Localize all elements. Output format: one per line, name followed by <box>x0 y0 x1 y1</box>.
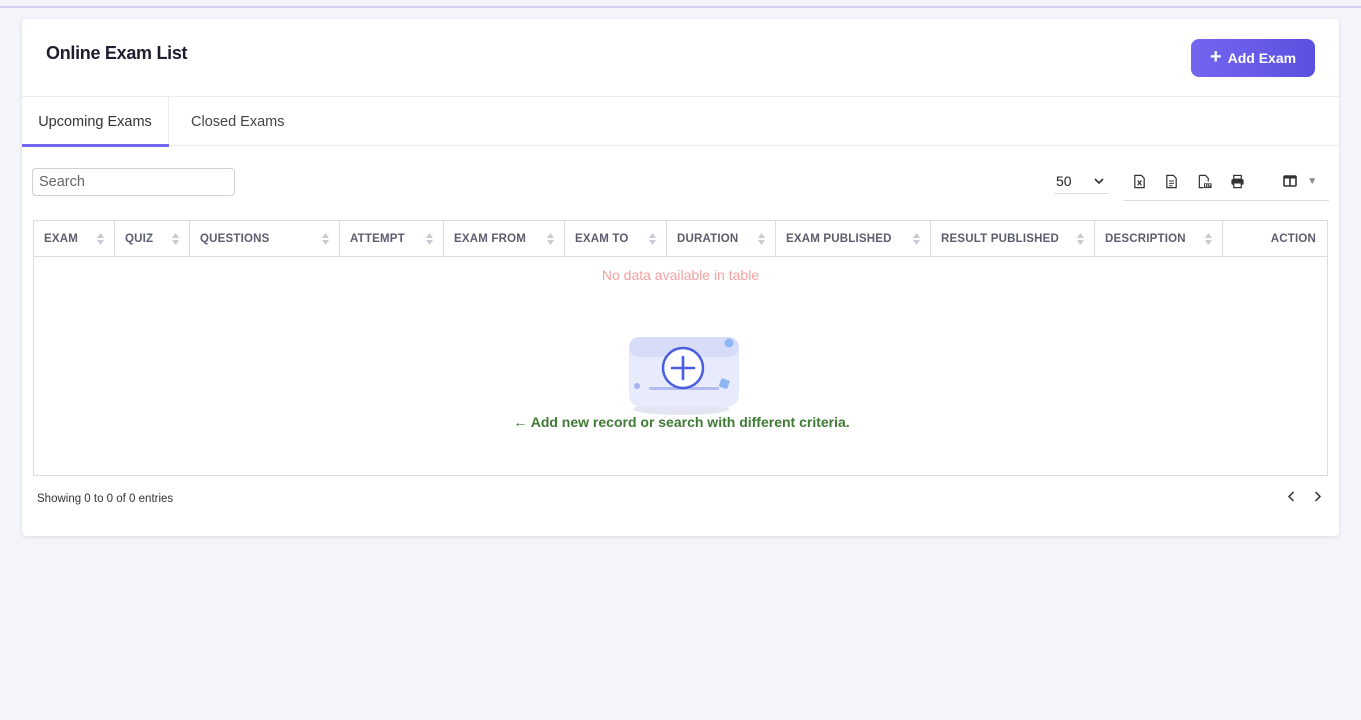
columns-icon <box>1283 175 1298 187</box>
column-visibility-button[interactable]: ▼ <box>1271 168 1329 194</box>
exam-tabs: Upcoming Exams Closed Exams <box>22 97 1339 147</box>
export-excel-button[interactable] <box>1123 168 1156 194</box>
sort-icon <box>172 232 179 245</box>
table-info: Showing 0 to 0 of 0 entries <box>37 493 174 505</box>
sort-icon <box>1205 232 1212 245</box>
excel-icon <box>1134 174 1145 188</box>
plus-icon: + <box>1209 46 1222 68</box>
column-header-exam-from[interactable]: EXAM FROM <box>444 221 565 256</box>
sort-icon <box>97 232 104 245</box>
column-header-exam-to[interactable]: EXAM TO <box>565 221 667 256</box>
next-page-button[interactable] <box>1310 487 1324 505</box>
sort-icon <box>913 232 920 245</box>
chevron-left-icon <box>1287 490 1294 502</box>
chevron-down-icon <box>1094 177 1104 184</box>
column-header-description[interactable]: DESCRIPTION <box>1095 221 1223 256</box>
caret-down-icon: ▼ <box>1307 175 1318 187</box>
table-toolbar: 50 <box>22 146 1339 220</box>
previous-page-button[interactable] <box>1284 487 1298 505</box>
sort-icon <box>547 232 554 245</box>
tab-upcoming-exams[interactable]: Upcoming Exams <box>22 97 169 147</box>
sort-icon <box>1077 232 1084 245</box>
empty-state-hint: ← Add new record or search with differen… <box>513 414 850 430</box>
pdf-icon <box>1198 174 1212 188</box>
chevron-right-icon <box>1314 490 1321 502</box>
sort-icon <box>322 232 329 245</box>
pagination <box>1284 487 1324 505</box>
top-divider <box>0 6 1361 8</box>
column-header-quiz[interactable]: QUIZ <box>115 221 190 256</box>
empty-table-message: No data available in table <box>601 267 760 283</box>
table-header: EXAM QUIZ QUESTIONS ATTEMPT EXAM FROM EX… <box>34 221 1327 257</box>
print-button[interactable] <box>1221 168 1254 194</box>
column-header-attempt[interactable]: ATTEMPT <box>340 221 444 256</box>
export-csv-button[interactable] <box>1156 168 1189 194</box>
page-length-value: 50 <box>1056 172 1072 189</box>
empty-state-illustration <box>629 337 739 415</box>
column-header-exam-published[interactable]: EXAM PUBLISHED <box>776 221 931 256</box>
print-icon <box>1231 174 1244 188</box>
sort-icon <box>758 232 765 245</box>
search-input[interactable] <box>32 168 235 196</box>
exam-table: EXAM QUIZ QUESTIONS ATTEMPT EXAM FROM EX… <box>33 220 1328 476</box>
column-header-action: ACTION <box>1270 232 1316 245</box>
card-header: Online Exam List + Add Exam <box>22 19 1339 97</box>
column-header-result-published[interactable]: RESULT PUBLISHED <box>931 221 1095 256</box>
arrow-left-icon: ← <box>513 414 528 430</box>
csv-icon <box>1166 174 1178 188</box>
column-header-questions[interactable]: QUESTIONS <box>190 221 340 256</box>
export-buttons: ▼ <box>1123 168 1329 201</box>
page-length-select[interactable]: 50 <box>1054 168 1109 194</box>
add-exam-label: Add Exam <box>1227 50 1297 66</box>
page-title: Online Exam List <box>46 43 188 63</box>
exam-list-card: Online Exam List + Add Exam Upcoming Exa… <box>22 19 1339 536</box>
sort-icon <box>649 232 656 245</box>
export-pdf-button[interactable] <box>1188 168 1221 194</box>
column-header-exam[interactable]: EXAM <box>34 221 115 256</box>
column-header-duration[interactable]: DURATION <box>667 221 776 256</box>
add-exam-button[interactable]: + Add Exam <box>1191 39 1315 77</box>
tab-closed-exams[interactable]: Closed Exams <box>169 97 284 146</box>
sort-icon <box>426 232 433 245</box>
